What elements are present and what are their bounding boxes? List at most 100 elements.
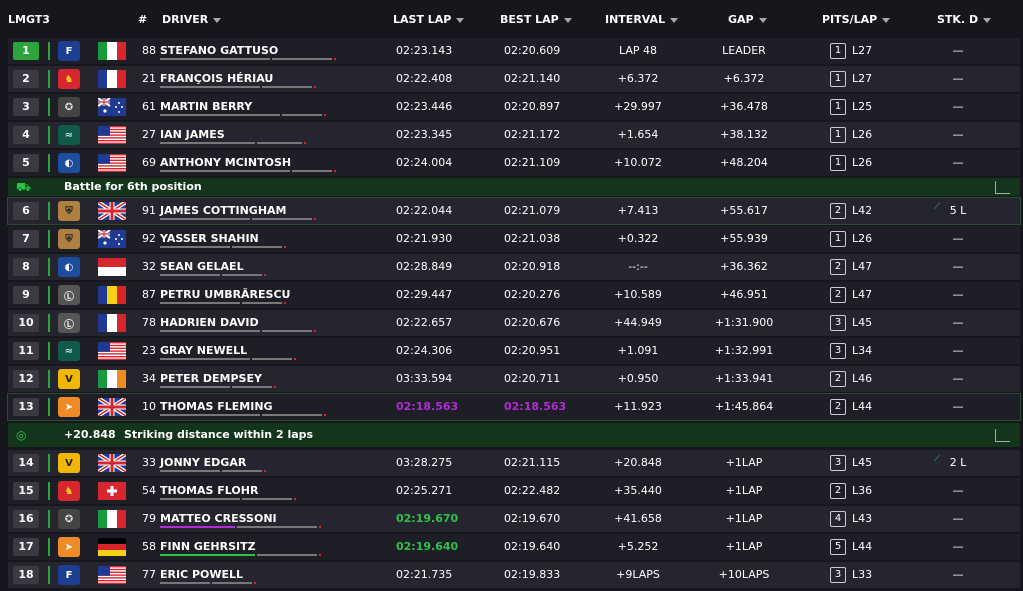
sector-bar bbox=[257, 554, 317, 556]
driver-name[interactable]: THOMAS FLOHR bbox=[160, 478, 258, 504]
driver-name[interactable]: ANTHONY MCINTOSH bbox=[160, 150, 291, 176]
status-indicator bbox=[48, 98, 50, 116]
interval: +9LAPS bbox=[616, 568, 660, 581]
mercedes-logo-icon: ✪ bbox=[58, 97, 80, 117]
driver-name[interactable]: FINN GEHRSITZ bbox=[160, 534, 256, 560]
interval-header[interactable]: INTERVAL bbox=[605, 13, 679, 26]
pit-lap: L27 bbox=[852, 72, 873, 85]
driver-name[interactable]: MARTIN BERRY bbox=[160, 94, 252, 120]
sector-bar bbox=[264, 470, 266, 472]
battle-banner[interactable]: ◎ +20.848 Striking distance within 2 laps bbox=[8, 423, 1020, 447]
table-row[interactable]: 11 ≈23 GRAY NEWELL 02:24.306 02:20.951 +1.091… bbox=[8, 338, 1020, 364]
sector-bar bbox=[334, 58, 336, 60]
mercedes-logo-icon: ✪ bbox=[58, 509, 80, 529]
stint-distance: — bbox=[952, 72, 964, 85]
gap: +55.617 bbox=[720, 204, 768, 217]
pit-lap: L44 bbox=[852, 540, 873, 553]
gap: +1LAP bbox=[725, 484, 763, 497]
gap: +1LAP bbox=[725, 456, 763, 469]
sector-bar bbox=[160, 358, 250, 360]
position-badge: 6 bbox=[13, 202, 39, 220]
table-row[interactable]: 13 ➤ 10 THOMAS FLEMING 02:18.563 02:18.563 +11… bbox=[7, 393, 1021, 421]
pits-lap-header[interactable]: PITS/LAP bbox=[822, 13, 891, 26]
gap: +36.362 bbox=[720, 260, 768, 273]
car-number: 77 bbox=[142, 568, 156, 581]
gap: +1:31.900 bbox=[714, 316, 774, 329]
last-lap: 02:22.408 bbox=[396, 72, 453, 85]
car-number: 61 bbox=[142, 100, 156, 113]
table-row[interactable]: 14 V 33 JONNY EDGAR 03:28.275 02:21.115 +20.84… bbox=[8, 450, 1020, 476]
table-row[interactable]: 10 Ⓛ 78 HADRIEN DAVID 02:22.657 02:20.676 +44.… bbox=[8, 310, 1020, 336]
table-row[interactable]: 5 ◐ 69 ANTHONY MCINTOSH 02:24.004 02:21.109 +1… bbox=[8, 150, 1020, 176]
class-selector[interactable]: LMGT3 bbox=[8, 13, 50, 26]
best-lap: 02:21.079 bbox=[504, 204, 561, 217]
sort-caret-icon bbox=[882, 17, 891, 23]
driver-name[interactable]: YASSER SHAHIN bbox=[160, 226, 259, 252]
sector-bar bbox=[284, 302, 286, 304]
interval: --:-- bbox=[628, 260, 648, 273]
gap: +46.951 bbox=[720, 288, 768, 301]
driver-name[interactable]: PETRU UMBRĂRESCU bbox=[160, 282, 290, 308]
flag-icon bbox=[98, 202, 126, 220]
stint-distance: — bbox=[952, 232, 964, 245]
driver-name[interactable]: PETER DEMPSEY bbox=[160, 366, 262, 392]
best-lap: 02:20.676 bbox=[504, 316, 561, 329]
table-row[interactable]: 9 Ⓛ 87 PETRU UMBRĂRESCU 02:29.447 02:20.276 +1… bbox=[8, 282, 1020, 308]
driver-header[interactable]: DRIVER bbox=[162, 13, 222, 26]
sector-bars bbox=[160, 526, 321, 528]
car-number: 33 bbox=[142, 456, 156, 469]
stint-distance: — bbox=[952, 484, 964, 497]
status-indicator bbox=[48, 566, 50, 584]
battle-banner[interactable]: ⛟ Battle for 6th position bbox=[8, 178, 1020, 196]
sector-bar bbox=[334, 170, 336, 172]
driver-name[interactable]: THOMAS FLEMING bbox=[160, 394, 273, 420]
gap: +36.478 bbox=[720, 100, 768, 113]
stint-distance: — bbox=[952, 128, 964, 141]
driver-name[interactable]: JONNY EDGAR bbox=[160, 450, 246, 476]
pit-count: 3 bbox=[830, 315, 846, 331]
pit-count: 2 bbox=[830, 287, 846, 303]
flag-icon bbox=[98, 538, 126, 556]
best-lap-header[interactable]: BEST LAP bbox=[500, 13, 572, 26]
table-row[interactable]: 7 ⛨ 92 YASSER SHAHIN 02:21.930 02:21.038 +0.32… bbox=[8, 226, 1020, 252]
driver-name[interactable]: SEAN GELAEL bbox=[160, 254, 244, 280]
car-number: 27 bbox=[142, 128, 156, 141]
sector-bar bbox=[294, 358, 296, 360]
live-timing-table: LMGT3 # DRIVER LAST LAP BEST LAP INTERVA… bbox=[0, 0, 1023, 591]
flag-icon bbox=[98, 42, 126, 60]
interval: +0.950 bbox=[617, 372, 659, 385]
table-row[interactable]: 4 ≈27 IAN JAMES 02:23.345 02:21.172 +1.654 +38… bbox=[8, 122, 1020, 148]
table-row[interactable]: 15 ♞ 54 THOMAS FLOHR 02:25.271 02:22.482 +35.4… bbox=[8, 478, 1020, 504]
last-lap-header[interactable]: LAST LAP bbox=[393, 13, 465, 26]
driver-name[interactable]: JAMES COTTINGHAM bbox=[160, 198, 287, 224]
last-lap: 02:25.271 bbox=[396, 484, 453, 497]
pit-count: 4 bbox=[830, 511, 846, 527]
interval: +41.658 bbox=[614, 512, 662, 525]
status-indicator bbox=[48, 230, 50, 248]
aston-logo-icon: ≈ bbox=[58, 125, 80, 145]
driver-name[interactable]: GRAY NEWELL bbox=[160, 338, 247, 364]
table-row[interactable]: 17 ➤ 58 FINN GEHRSITZ 02:19.640 02:19.640 +5.2… bbox=[8, 534, 1020, 560]
sector-bars bbox=[160, 274, 266, 276]
gap-header[interactable]: GAP bbox=[728, 13, 767, 26]
driver-name[interactable]: HADRIEN DAVID bbox=[160, 310, 259, 336]
driver-name[interactable]: FRANÇOIS HÉRIAU bbox=[160, 66, 273, 92]
position-badge: 1 bbox=[13, 42, 39, 60]
chart-icon[interactable] bbox=[995, 429, 1010, 442]
driver-name[interactable]: MATTEO CRESSONI bbox=[160, 506, 277, 532]
table-row[interactable]: 8 ◐ 32 SEAN GELAEL 02:28.849 02:20.918 --:-- +3… bbox=[8, 254, 1020, 280]
driver-name[interactable]: ERIC POWELL bbox=[160, 562, 243, 588]
chart-icon[interactable] bbox=[995, 181, 1010, 194]
table-row[interactable]: 16 ✪ 79 MATTEO CRESSONI 02:19.670 02:19.670 +4… bbox=[8, 506, 1020, 532]
driver-name[interactable]: STEFANO GATTUSO bbox=[160, 38, 278, 64]
stk-header[interactable]: STK. D bbox=[937, 13, 992, 26]
table-row[interactable]: 12 V 34 PETER DEMPSEY 03:33.594 02:20.711 +0.9… bbox=[8, 366, 1020, 392]
table-row[interactable]: 6 ⛨ 91 JAMES COTTINGHAM 02:22.044 02:21.079 +7… bbox=[7, 197, 1021, 225]
table-row[interactable]: 18 F 77 ERIC POWELL 02:21.735 02:19.833 +9LAPS… bbox=[8, 562, 1020, 588]
table-row[interactable]: 2 ♞ 21 FRANÇOIS HÉRIAU 02:22.408 02:21.140 +6.… bbox=[8, 66, 1020, 92]
driver-name[interactable]: IAN JAMES bbox=[160, 122, 225, 148]
best-lap: 02:19.640 bbox=[504, 540, 561, 553]
table-row[interactable]: 1 F 88 STEFANO GATTUSO 02:23.143 02:20.609 LAP… bbox=[8, 38, 1020, 64]
aston-logo-icon: ≈ bbox=[58, 341, 80, 361]
table-row[interactable]: 3 ✪ 61 MARTIN BERRY 02:23.446 02:20.897 +29.99… bbox=[8, 94, 1020, 120]
